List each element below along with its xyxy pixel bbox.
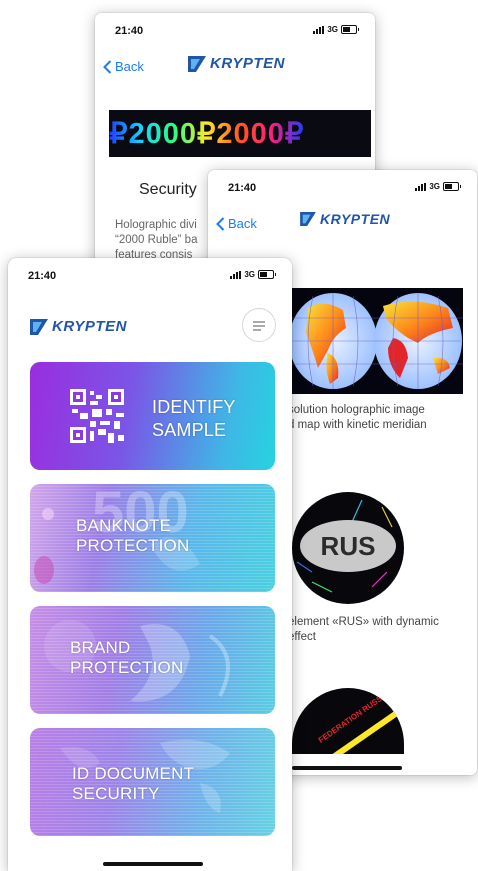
hologram-text: ₽2000₽2000₽: [109, 118, 305, 150]
caption-line: effect: [288, 631, 316, 643]
world-map-hologram-image: [288, 288, 463, 394]
back-button[interactable]: Back: [216, 216, 257, 231]
brand-name: KRYPTEN: [210, 55, 285, 72]
krypten-logo-icon: [300, 212, 316, 226]
krypten-logo-icon: [188, 55, 206, 72]
card-label-line: BRAND: [70, 638, 131, 657]
brand-logo: KRYPTEN: [188, 55, 285, 72]
brand-logo: KRYPTEN: [30, 318, 127, 335]
banknote-label: BANKNOTE PROTECTION: [76, 516, 189, 556]
chevron-left-icon: [103, 59, 112, 74]
home-indicator[interactable]: [103, 862, 203, 866]
nav-bar: Back KRYPTEN: [208, 210, 477, 240]
home-screen: 21:40 3G KRYPTEN IDENTIFY SAMPLE 500 BAN…: [8, 258, 292, 871]
rus-element-image: RUS: [292, 492, 404, 604]
network-label: 3G: [327, 25, 338, 34]
identify-label: IDENTIFY SAMPLE: [152, 396, 236, 442]
brand-label: BRAND PROTECTION: [70, 638, 183, 678]
card-label-line: ID DOCUMENT: [72, 764, 195, 783]
rus-label: RUS: [300, 520, 396, 572]
battery-icon: [258, 270, 276, 279]
detail-title: Security: [139, 181, 197, 198]
caption-line: element «RUS» with dynamic: [288, 616, 439, 628]
status-time: 21:40: [115, 25, 144, 37]
card-label-line: PROTECTION: [70, 658, 184, 677]
rus-caption: element «RUS» with dynamic effect: [288, 615, 468, 645]
card-label-line: BANKNOTE: [76, 516, 172, 535]
card-label-line: SAMPLE: [152, 420, 227, 440]
signal-icon: [415, 182, 427, 191]
id-document-security-card[interactable]: ID DOCUMENT SECURITY: [30, 728, 275, 836]
banknote-protection-card[interactable]: 500 BANKNOTE PROTECTION: [30, 484, 275, 592]
krypten-logo-icon: [30, 318, 48, 335]
status-bar: 21:40 3G: [8, 258, 292, 286]
battery-icon: [341, 25, 359, 34]
back-label: Back: [115, 59, 144, 74]
seal-text: FEDERATION RUSSIAN: [317, 688, 396, 745]
hologram-strip-image: ₽2000₽2000₽: [109, 110, 371, 157]
status-signal: 3G: [313, 25, 359, 34]
caption-line: d map with kinetic meridian: [288, 419, 427, 431]
back-label: Back: [228, 216, 257, 231]
seal-element-image: FEDERATION RUSSIAN: [292, 688, 404, 754]
status-bar: 21:40 3G: [208, 170, 477, 198]
status-time: 21:40: [28, 270, 57, 282]
home-indicator[interactable]: [292, 766, 402, 770]
map-caption: solution holographic image d map with ki…: [288, 403, 468, 433]
brand-logo: KRYPTEN: [300, 211, 390, 227]
id-document-label: ID DOCUMENT SECURITY: [72, 764, 194, 804]
network-label: 3G: [244, 270, 255, 279]
status-time: 21:40: [228, 182, 257, 194]
identify-sample-card[interactable]: IDENTIFY SAMPLE: [30, 362, 275, 470]
battery-icon: [443, 182, 461, 191]
card-label-line: IDENTIFY: [152, 397, 236, 417]
card-label-line: SECURITY: [72, 784, 160, 803]
status-signal: 3G: [415, 182, 461, 191]
back-button[interactable]: Back: [103, 59, 144, 74]
chevron-left-icon: [216, 216, 225, 231]
nav-bar: Back KRYPTEN: [95, 53, 375, 83]
signal-icon: [230, 270, 242, 279]
status-signal: 3G: [230, 270, 276, 279]
network-label: 3G: [429, 182, 440, 191]
brand-protection-card[interactable]: BRAND PROTECTION: [30, 606, 275, 714]
brand-name: KRYPTEN: [52, 318, 127, 335]
card-label-line: PROTECTION: [76, 536, 190, 555]
qr-code-icon: [70, 389, 124, 443]
brand-name: KRYPTEN: [320, 211, 391, 227]
hamburger-menu-button[interactable]: [242, 308, 276, 342]
signal-icon: [313, 25, 325, 34]
status-bar: 21:40 3G: [95, 13, 375, 41]
caption-line: solution holographic image: [288, 404, 425, 416]
